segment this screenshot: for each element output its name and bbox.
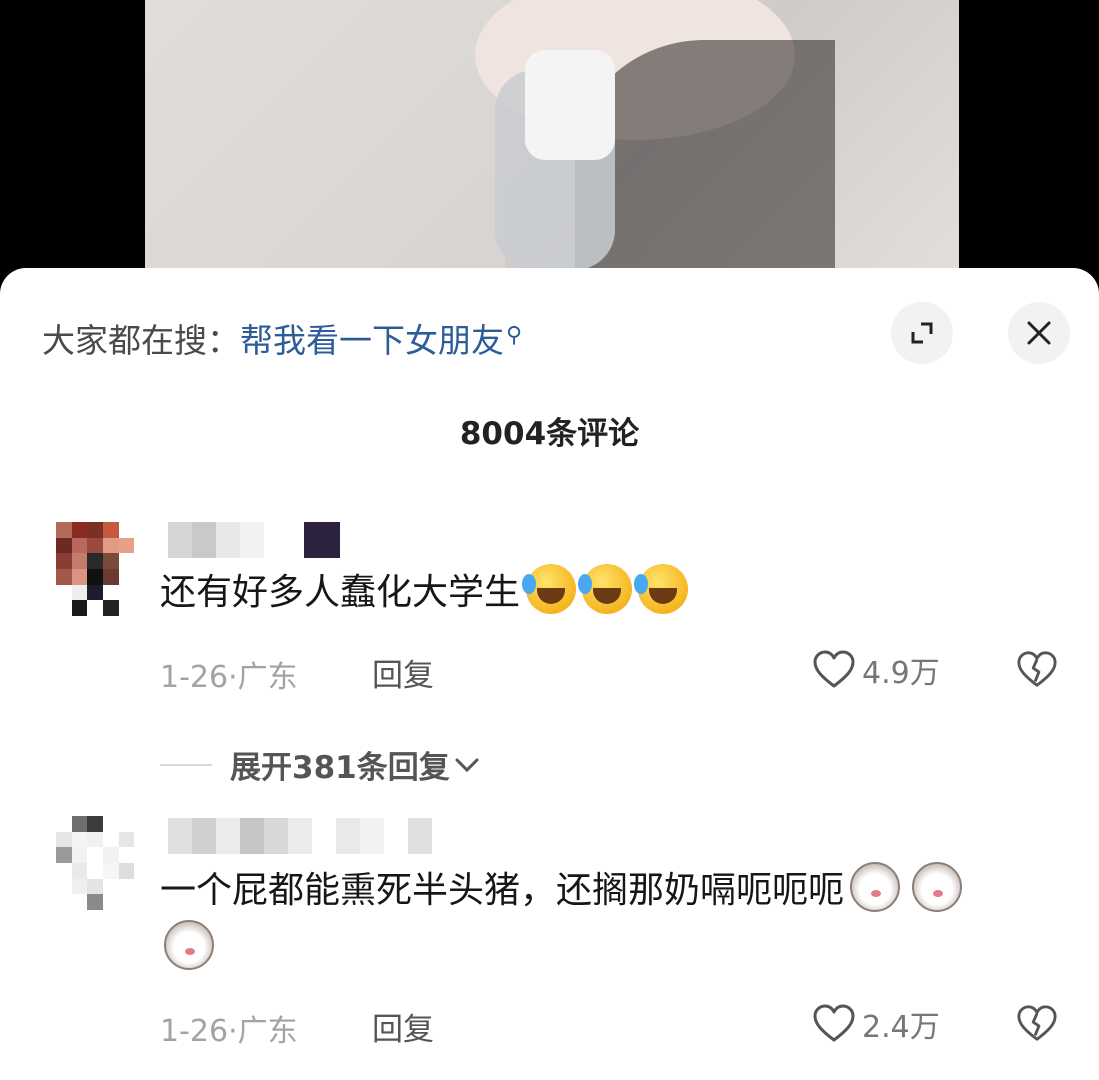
comment-text-content: 还有好多人蠢化大学生 bbox=[160, 572, 521, 613]
avatar[interactable] bbox=[56, 522, 150, 616]
fullscreen-button[interactable] bbox=[891, 302, 953, 364]
reply-button[interactable]: 回复 bbox=[372, 1004, 434, 1049]
comment-location: 广东 bbox=[237, 1014, 298, 1049]
broken-heart-icon bbox=[1017, 651, 1057, 687]
like-count: 2.4万 bbox=[862, 1010, 940, 1045]
comment-date: 1-26 bbox=[160, 1014, 229, 1049]
search-suggestion[interactable]: 大家都在搜：帮我看一下女朋友⚲ bbox=[42, 314, 522, 362]
close-icon bbox=[1027, 321, 1051, 345]
search-suggestion-term[interactable]: 帮我看一下女朋友 bbox=[240, 321, 504, 360]
fullscreen-icon bbox=[911, 322, 933, 344]
laugh-cry-emoji-icon bbox=[634, 564, 689, 614]
comment-location: 广东 bbox=[237, 660, 298, 695]
like-button[interactable]: 4.9万 bbox=[812, 648, 940, 692]
laugh-cry-emoji-icon bbox=[522, 564, 577, 614]
comment-text-continued bbox=[160, 920, 214, 978]
username-blurred[interactable] bbox=[168, 818, 432, 854]
search-small-icon: ⚲ bbox=[506, 323, 523, 348]
comment-count-title: 8004条评论 bbox=[459, 416, 640, 452]
video-frame bbox=[145, 0, 959, 275]
expand-replies-label: 展开381条回复 bbox=[230, 750, 450, 786]
search-suggestion-prefix: 大家都在搜： bbox=[42, 321, 240, 360]
comment-text: 还有好多人蠢化大学生 bbox=[160, 564, 689, 622]
like-count: 4.9万 bbox=[862, 656, 940, 691]
cat-emoji-icon bbox=[912, 862, 963, 912]
comment-date: 1-26 bbox=[160, 660, 229, 695]
cat-emoji-icon bbox=[164, 920, 214, 970]
comments-sheet: 大家都在搜：帮我看一下女朋友⚲ 8004条评论 还有好多人蠢化大学生 1-26·… bbox=[0, 268, 1099, 1080]
heart-outline-icon bbox=[813, 650, 855, 688]
comment-text: 一个屁都能熏死半头猪，还搁那奶嗝呃呃呃 bbox=[160, 862, 963, 920]
like-button[interactable]: 2.4万 bbox=[812, 1002, 940, 1046]
dislike-button[interactable] bbox=[1016, 650, 1058, 694]
avatar[interactable] bbox=[56, 816, 150, 910]
heart-outline-icon bbox=[813, 1004, 855, 1042]
cat-emoji-icon bbox=[850, 862, 901, 912]
video-player[interactable] bbox=[0, 0, 1099, 275]
reply-button[interactable]: 回复 bbox=[372, 650, 434, 695]
close-button[interactable] bbox=[1008, 302, 1070, 364]
laugh-cry-emoji-icon bbox=[578, 564, 633, 614]
expand-replies-button[interactable]: 展开381条回复 bbox=[160, 742, 480, 787]
chevron-down-icon bbox=[455, 758, 479, 772]
comment-meta: 1-26·广东 bbox=[160, 1014, 298, 1049]
username-blurred[interactable] bbox=[168, 522, 340, 558]
divider-line bbox=[160, 763, 212, 766]
dislike-button[interactable] bbox=[1016, 1004, 1058, 1048]
comment-text-content: 一个屁都能熏死半头猪，还搁那奶嗝呃呃呃 bbox=[160, 870, 845, 911]
comment-meta: 1-26·广东 bbox=[160, 660, 298, 695]
broken-heart-icon bbox=[1017, 1005, 1057, 1041]
